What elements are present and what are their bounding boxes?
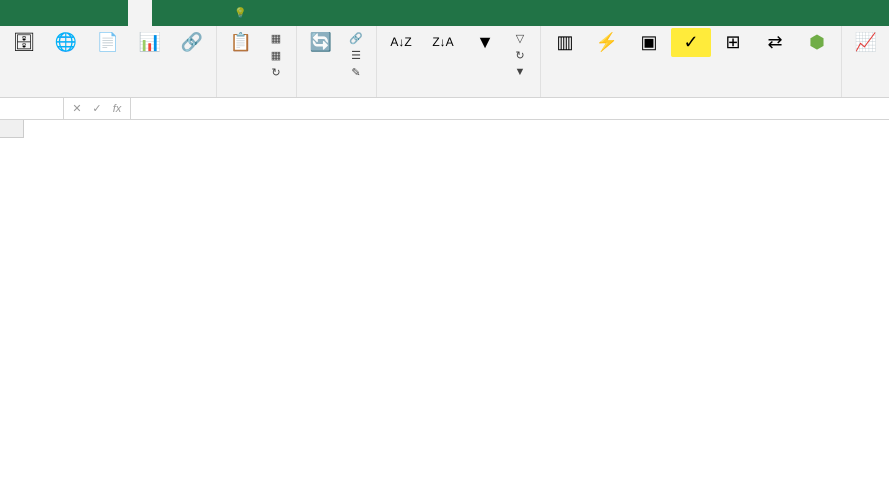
other-source-icon: 📊 (138, 30, 162, 54)
recent-icon: ↻ (269, 65, 283, 79)
tab-formulas[interactable] (104, 0, 128, 26)
flash-fill-button[interactable]: ⚡ (587, 28, 627, 57)
dup-icon: ▣ (637, 30, 661, 54)
group-label (846, 95, 889, 97)
group-forecast: 📈 📉 (842, 26, 889, 97)
edit-link-icon: ✎ (349, 65, 363, 79)
group-label (4, 95, 212, 97)
data-model-button[interactable]: ⬢ (797, 28, 837, 57)
adv-icon: ▼ (513, 65, 527, 79)
text-file-icon: 📄 (96, 30, 120, 54)
reapply-button[interactable]: ↻ (509, 47, 534, 63)
globe-icon: 🌐 (54, 30, 78, 54)
model-icon: ⬢ (805, 30, 829, 54)
group-label (381, 95, 536, 97)
edit-links-button[interactable]: ✎ (345, 64, 370, 80)
relationships-button[interactable]: ⇄ (755, 28, 795, 57)
reapply-icon: ↻ (513, 48, 527, 62)
clear-icon: ▽ (513, 31, 527, 45)
clear-filter-button[interactable]: ▽ (509, 30, 534, 46)
properties-button[interactable]: ☰ (345, 47, 370, 63)
whatif-icon: 📈 (854, 30, 878, 54)
fx-button[interactable]: fx (108, 103, 126, 115)
group-label (301, 95, 372, 97)
existing-conn-button[interactable]: 🔗 (172, 28, 212, 57)
tab-home[interactable] (32, 0, 56, 26)
from-web-button[interactable]: 🌐 (46, 28, 86, 57)
existing-conn-icon: 🔗 (180, 30, 204, 54)
spreadsheet-grid (0, 120, 889, 138)
menu-tabs (0, 0, 889, 26)
queries-icon: ▦ (269, 31, 283, 45)
formula-bar: ✕ ✓ fx (0, 98, 889, 120)
database-icon: 🗄 (12, 30, 36, 54)
refresh-all-button[interactable]: 🔄 (301, 28, 341, 57)
connections-button[interactable]: 🔗 (345, 30, 370, 46)
group-get-transform: 📋 ▦ ▦ ↻ (217, 26, 297, 97)
recent-sources-button[interactable]: ↻ (265, 64, 290, 80)
text-to-cols-button[interactable]: ▥ (545, 28, 585, 57)
link-icon: 🔗 (349, 31, 363, 45)
new-query-button[interactable]: 📋 (221, 28, 261, 57)
ribbon: 🗄 🌐 📄 📊 🔗 📋 ▦ ▦ ↻ 🔄 🔗 ☰ ✎ (0, 26, 889, 98)
validation-icon: ✓ (679, 30, 703, 54)
new-query-icon: 📋 (229, 30, 253, 54)
tab-view[interactable] (176, 0, 200, 26)
group-data-tools: ▥ ⚡ ▣ ✓ ⊞ ⇄ ⬢ (541, 26, 842, 97)
split-icon: ▥ (553, 30, 577, 54)
tab-file[interactable] (8, 0, 32, 26)
data-validation-button[interactable]: ✓ (671, 28, 711, 57)
tab-review[interactable] (152, 0, 176, 26)
remove-dup-button[interactable]: ▣ (629, 28, 669, 57)
advanced-filter-button[interactable]: ▼ (509, 64, 534, 80)
tab-addins[interactable] (200, 0, 224, 26)
sort-icon: Z↓A (431, 30, 455, 54)
from-table-button[interactable]: ▦ (265, 47, 290, 63)
consolidate-button[interactable]: ⊞ (713, 28, 753, 57)
enter-formula-button[interactable]: ✓ (88, 102, 106, 115)
sort-asc-button[interactable]: A↓Z (381, 28, 421, 56)
group-label (545, 95, 837, 97)
sort-button[interactable]: Z↓A (423, 28, 463, 57)
consol-icon: ⊞ (721, 30, 745, 54)
tab-data[interactable] (128, 0, 152, 26)
from-text-button[interactable]: 📄 (88, 28, 128, 57)
group-label (221, 95, 292, 97)
refresh-icon: 🔄 (309, 30, 333, 54)
whatif-button[interactable]: 📈 (846, 28, 886, 57)
filter-button[interactable]: ▼ (465, 28, 505, 57)
select-all-corner[interactable] (0, 120, 24, 138)
from-other-button[interactable]: 📊 (130, 28, 170, 57)
name-box[interactable] (0, 98, 64, 119)
from-access-button[interactable]: 🗄 (4, 28, 44, 57)
cancel-formula-button[interactable]: ✕ (68, 102, 86, 115)
group-sort-filter: A↓Z Z↓A ▼ ▽ ↻ ▼ (377, 26, 541, 97)
table-icon: ▦ (269, 48, 283, 62)
show-queries-button[interactable]: ▦ (265, 30, 290, 46)
tell-me-search[interactable] (234, 8, 250, 19)
flash-icon: ⚡ (595, 30, 619, 54)
props-icon: ☰ (349, 48, 363, 62)
filter-icon: ▼ (473, 30, 497, 54)
sort-asc-icon: A↓Z (389, 30, 413, 54)
group-connections: 🔄 🔗 ☰ ✎ (297, 26, 377, 97)
group-external-data: 🗄 🌐 📄 📊 🔗 (0, 26, 217, 97)
tab-page-layout[interactable] (80, 0, 104, 26)
rel-icon: ⇄ (763, 30, 787, 54)
tab-insert[interactable] (56, 0, 80, 26)
